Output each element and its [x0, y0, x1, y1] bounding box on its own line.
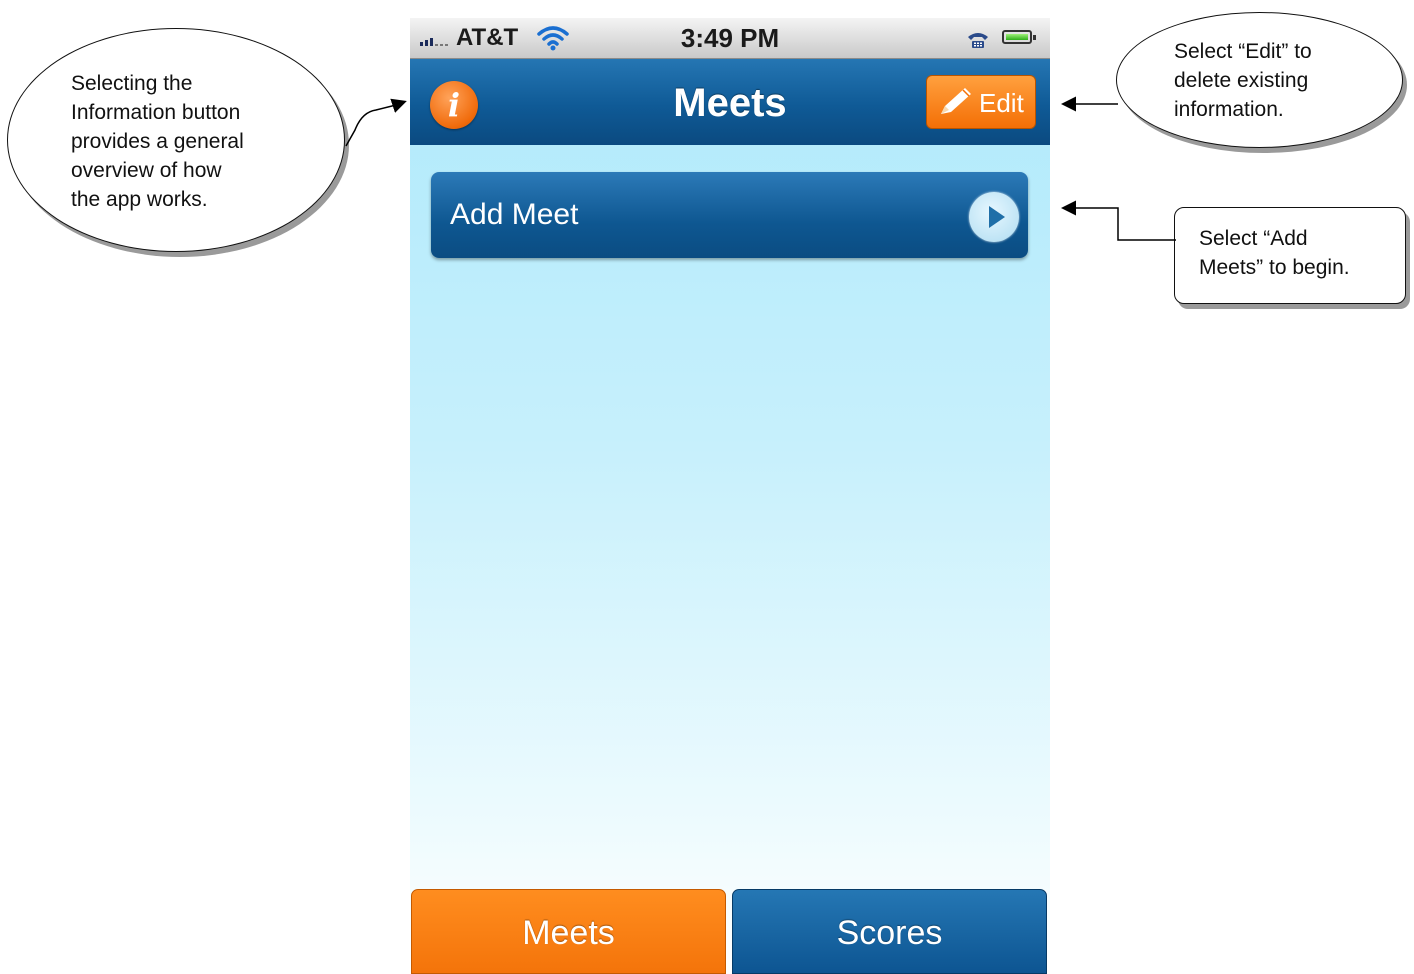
phone-screen: AT&T 3:49 PM i Meets Edit Add Meet Meets…: [410, 18, 1050, 974]
add-meet-row[interactable]: Add Meet: [431, 172, 1028, 258]
pencil-icon: [941, 88, 971, 114]
add-meet-callout: Select “Add Meets” to begin.: [1174, 207, 1406, 304]
add-meet-label: Add Meet: [450, 198, 579, 231]
info-callout-text: Selecting the Information button provide…: [71, 72, 244, 211]
tab-meets[interactable]: Meets: [411, 889, 726, 974]
play-arrow-icon[interactable]: [969, 192, 1019, 242]
status-bar: AT&T 3:49 PM: [410, 18, 1050, 59]
edit-button-label: Edit: [979, 88, 1024, 118]
tab-scores[interactable]: Scores: [732, 889, 1047, 974]
edit-callout: Select “Edit” to delete existing informa…: [1116, 12, 1403, 148]
info-callout: Selecting the Information button provide…: [7, 28, 345, 252]
edit-callout-text: Select “Edit” to delete existing informa…: [1174, 40, 1312, 121]
info-callout-arrow: [345, 98, 407, 147]
navigation-bar: i Meets Edit: [410, 59, 1050, 145]
add-meet-callout-arrow: [1061, 200, 1176, 241]
clock: 3:49 PM: [680, 23, 780, 53]
add-meet-callout-text: Select “Add Meets” to begin.: [1199, 227, 1350, 279]
phone-icon: [968, 33, 988, 48]
battery-icon: [1002, 30, 1036, 44]
edit-button[interactable]: Edit: [926, 75, 1036, 129]
